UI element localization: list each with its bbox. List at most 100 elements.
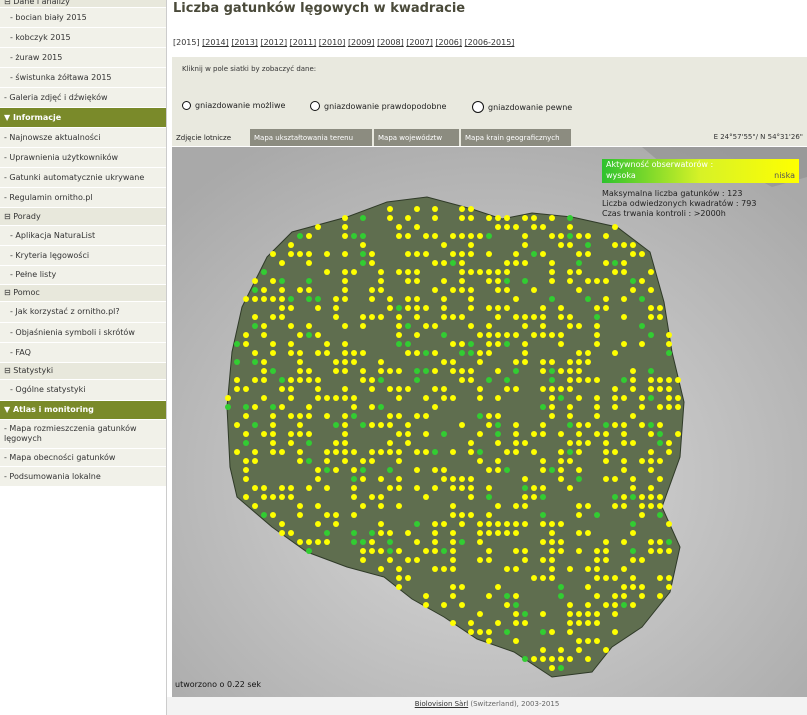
observation-dot[interactable] xyxy=(450,251,456,257)
observation-dot[interactable] xyxy=(315,539,321,545)
observation-dot[interactable] xyxy=(639,503,645,509)
observation-dot[interactable] xyxy=(585,377,591,383)
observation-dot[interactable] xyxy=(459,350,465,356)
observation-dot[interactable] xyxy=(522,494,528,500)
observation-dot[interactable] xyxy=(621,539,627,545)
observation-dot[interactable] xyxy=(603,548,609,554)
observation-dot[interactable] xyxy=(459,368,465,374)
observation-dot[interactable] xyxy=(513,449,519,455)
observation-dot[interactable] xyxy=(342,449,348,455)
observation-dot[interactable] xyxy=(513,602,519,608)
observation-dot[interactable] xyxy=(477,332,483,338)
observation-dot[interactable] xyxy=(495,440,501,446)
observation-dot[interactable] xyxy=(405,530,411,536)
observation-dot[interactable] xyxy=(567,377,573,383)
observation-dot[interactable] xyxy=(477,359,483,365)
sidebar-item[interactable]: - Gatunki automatycznie ukrywane xyxy=(0,168,166,188)
observation-dot[interactable] xyxy=(288,341,294,347)
sidebar-item[interactable]: - Galeria zdjęć i dźwięków xyxy=(0,88,166,108)
observation-dot[interactable] xyxy=(648,503,654,509)
observation-dot[interactable] xyxy=(585,251,591,257)
observation-dot[interactable] xyxy=(657,440,663,446)
observation-dot[interactable] xyxy=(387,485,393,491)
observation-dot[interactable] xyxy=(306,233,312,239)
observation-dot[interactable] xyxy=(405,386,411,392)
observation-dot[interactable] xyxy=(486,323,492,329)
observation-dot[interactable] xyxy=(234,359,240,365)
observation-dot[interactable] xyxy=(369,287,375,293)
observation-dot[interactable] xyxy=(639,323,645,329)
observation-dot[interactable] xyxy=(522,548,528,554)
observation-dot[interactable] xyxy=(387,467,393,473)
observation-dot[interactable] xyxy=(423,548,429,554)
observation-dot[interactable] xyxy=(585,566,591,572)
observation-dot[interactable] xyxy=(369,458,375,464)
observation-dot[interactable] xyxy=(450,233,456,239)
observation-dot[interactable] xyxy=(288,530,294,536)
observation-dot[interactable] xyxy=(270,422,276,428)
observation-dot[interactable] xyxy=(333,305,339,311)
observation-dot[interactable] xyxy=(576,251,582,257)
observation-dot[interactable] xyxy=(315,476,321,482)
observation-dot[interactable] xyxy=(495,305,501,311)
observation-dot[interactable] xyxy=(243,476,249,482)
observation-dot[interactable] xyxy=(369,548,375,554)
observation-dot[interactable] xyxy=(495,341,501,347)
observation-dot[interactable] xyxy=(396,458,402,464)
observation-dot[interactable] xyxy=(405,296,411,302)
observation-dot[interactable] xyxy=(468,440,474,446)
observation-dot[interactable] xyxy=(432,539,438,545)
observation-dot[interactable] xyxy=(630,530,636,536)
radio-possible[interactable]: gniazdowanie możliwe xyxy=(182,101,285,110)
observation-dot[interactable] xyxy=(450,593,456,599)
observation-dot[interactable] xyxy=(378,530,384,536)
observation-dot[interactable] xyxy=(387,368,393,374)
observation-dot[interactable] xyxy=(342,440,348,446)
observation-dot[interactable] xyxy=(279,260,285,266)
observation-dot[interactable] xyxy=(549,260,555,266)
observation-dot[interactable] xyxy=(657,305,663,311)
map-view[interactable]: Aktywność obserwatorów : wysoka niska Ma… xyxy=(172,147,807,697)
observation-dot[interactable] xyxy=(495,530,501,536)
observation-dot[interactable] xyxy=(648,269,654,275)
observation-dot[interactable] xyxy=(450,476,456,482)
observation-dot[interactable] xyxy=(648,305,654,311)
observation-dot[interactable] xyxy=(351,494,357,500)
observation-dot[interactable] xyxy=(468,350,474,356)
observation-dot[interactable] xyxy=(405,431,411,437)
observation-dot[interactable] xyxy=(531,449,537,455)
observation-dot[interactable] xyxy=(522,314,528,320)
observation-dot[interactable] xyxy=(432,530,438,536)
observation-dot[interactable] xyxy=(297,350,303,356)
observation-dot[interactable] xyxy=(540,404,546,410)
observation-dot[interactable] xyxy=(531,287,537,293)
observation-dot[interactable] xyxy=(612,260,618,266)
observation-dot[interactable] xyxy=(549,413,555,419)
observation-dot[interactable] xyxy=(513,638,519,644)
observation-dot[interactable] xyxy=(387,413,393,419)
observation-dot[interactable] xyxy=(432,206,438,212)
observation-dot[interactable] xyxy=(378,476,384,482)
observation-dot[interactable] xyxy=(450,449,456,455)
observation-dot[interactable] xyxy=(378,359,384,365)
observation-dot[interactable] xyxy=(477,233,483,239)
observation-dot[interactable] xyxy=(612,395,618,401)
observation-dot[interactable] xyxy=(630,485,636,491)
observation-dot[interactable] xyxy=(306,548,312,554)
observation-dot[interactable] xyxy=(594,512,600,518)
observation-dot[interactable] xyxy=(603,422,609,428)
observation-dot[interactable] xyxy=(468,620,474,626)
observation-dot[interactable] xyxy=(657,548,663,554)
observation-dot[interactable] xyxy=(666,539,672,545)
observation-dot[interactable] xyxy=(477,449,483,455)
observation-dot[interactable] xyxy=(288,251,294,257)
observation-dot[interactable] xyxy=(540,332,546,338)
observation-dot[interactable] xyxy=(639,251,645,257)
observation-dot[interactable] xyxy=(324,458,330,464)
observation-dot[interactable] xyxy=(648,287,654,293)
observation-dot[interactable] xyxy=(297,251,303,257)
observation-dot[interactable] xyxy=(423,494,429,500)
observation-dot[interactable] xyxy=(612,242,618,248)
observation-dot[interactable] xyxy=(495,224,501,230)
observation-dot[interactable] xyxy=(504,521,510,527)
